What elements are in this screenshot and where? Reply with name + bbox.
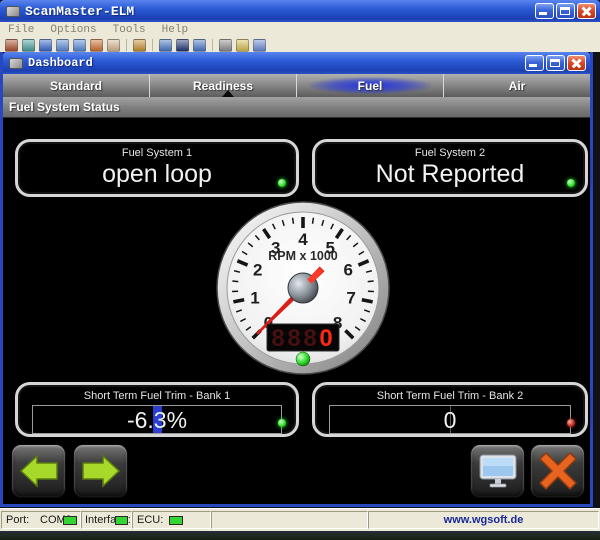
toolbar-icon[interactable] (90, 39, 103, 52)
tab-fuel[interactable]: Fuel (297, 74, 444, 97)
stft-bank1-label: Short Term Fuel Trim - Bank 1 (18, 390, 296, 402)
website-link[interactable]: www.wgsoft.de (369, 514, 598, 526)
next-page-button[interactable] (73, 444, 128, 498)
stft-bank2-panel: Short Term Fuel Trim - Bank 2 0 (312, 382, 588, 437)
stft-bank2-label: Short Term Fuel Trim - Bank 2 (315, 390, 585, 402)
statusbar-interface-segment: Interface: (81, 511, 132, 529)
svg-text:6: 6 (344, 260, 353, 279)
svg-text:0: 0 (319, 325, 332, 352)
fuel-system-2-value: Not Reported (315, 159, 585, 189)
svg-text:7: 7 (346, 289, 355, 308)
stft-bank1-value: -6.3% (33, 406, 281, 434)
dashboard-close-button[interactable] (567, 55, 586, 71)
toolbar-icon[interactable] (219, 39, 232, 52)
app-icon (6, 6, 20, 17)
port-label: Port: (2, 514, 29, 526)
toolbar-icon[interactable] (73, 39, 86, 52)
desktop-strip (0, 531, 600, 540)
stft-bank1-display: -6.3% (32, 405, 282, 434)
main-window-title: ScanMaster-ELM (25, 4, 134, 19)
section-header: Fuel System Status (3, 97, 590, 118)
monitor-icon (478, 453, 518, 489)
fuel-system-2-panel: Fuel System 2 Not Reported (312, 139, 588, 197)
maximize-button[interactable] (556, 3, 575, 19)
svg-text:8: 8 (287, 325, 300, 352)
toolbar-icon[interactable] (253, 39, 266, 52)
toolbar-icon[interactable] (22, 39, 35, 52)
minimize-button[interactable] (535, 3, 554, 19)
statusbar-website-segment: www.wgsoft.de (368, 511, 599, 529)
svg-text:2: 2 (253, 260, 262, 279)
fuel-system-1-panel: Fuel System 1 open loop (15, 139, 299, 197)
previous-page-button[interactable] (11, 444, 66, 498)
statusbar-port-segment: Port: COM3 (1, 511, 81, 529)
toolbar-icon[interactable] (193, 39, 206, 52)
toolbar-icon[interactable] (159, 39, 172, 52)
toolbar-icon[interactable] (107, 39, 120, 52)
main-window-titlebar[interactable]: ScanMaster-ELM (0, 0, 600, 22)
menu-file[interactable]: File (8, 24, 34, 36)
gauge-unit-label: RPM x 1000 (268, 249, 338, 263)
ecu-status-indicator (169, 516, 183, 525)
toolbar-icon[interactable] (39, 39, 52, 52)
tab-air[interactable]: Air (444, 74, 590, 97)
menu-tools[interactable]: Tools (113, 24, 146, 36)
toolbar (0, 37, 600, 52)
statusbar-empty-segment (211, 511, 368, 529)
dashboard-window: Dashboard Standard Readiness Fuel Air Fu… (0, 52, 593, 507)
toolbar-icon[interactable] (236, 39, 249, 52)
screen: ScanMaster-ELM File Options Tools Help D… (0, 0, 600, 540)
fuel-system-2-label: Fuel System 2 (315, 147, 585, 159)
toolbar-icon[interactable] (5, 39, 18, 52)
display-settings-button[interactable] (470, 444, 525, 498)
status-led (567, 179, 575, 187)
toolbar-separator (152, 39, 153, 51)
arrow-left-icon (19, 454, 59, 488)
rpm-gauge: 012345678 RPM x 1000 8880 (215, 200, 391, 376)
toolbar-separator (126, 39, 127, 51)
interface-status-indicator (115, 516, 128, 525)
dashboard-minimize-button[interactable] (525, 55, 544, 71)
menu-options[interactable]: Options (50, 24, 96, 36)
stft-bank1-panel: Short Term Fuel Trim - Bank 1 -6.3% (15, 382, 299, 437)
tab-standard[interactable]: Standard (3, 74, 150, 97)
statusbar-ecu-segment: ECU: (132, 511, 211, 529)
fuel-system-1-value: open loop (18, 159, 296, 189)
svg-text:4: 4 (298, 230, 308, 249)
dashboard-maximize-button[interactable] (546, 55, 565, 71)
tabbar: Standard Readiness Fuel Air (3, 74, 590, 97)
toolbar-separator (212, 39, 213, 51)
dashboard-titlebar[interactable]: Dashboard (3, 52, 590, 74)
ecu-label: ECU: (133, 514, 163, 526)
status-led (278, 179, 286, 187)
statusbar: Port: COM3 Interface: ECU: www.wgsoft.de (0, 508, 600, 531)
tab-marker-icon (222, 90, 234, 97)
svg-text:8: 8 (271, 325, 284, 352)
arrow-right-icon (81, 454, 121, 488)
stft-bank2-display: 0 (329, 405, 571, 434)
fuel-system-1-label: Fuel System 1 (18, 147, 296, 159)
dashboard-icon (9, 58, 23, 69)
toolbar-icon[interactable] (176, 39, 189, 52)
svg-text:8: 8 (303, 325, 316, 352)
exit-dashboard-button[interactable] (530, 444, 585, 498)
menu-help[interactable]: Help (162, 24, 188, 36)
stft-bank2-value: 0 (330, 406, 570, 434)
gauge-led (296, 352, 310, 366)
menubar: File Options Tools Help (0, 22, 600, 37)
toolbar-icon[interactable] (56, 39, 69, 52)
toolbar-icon[interactable] (133, 39, 146, 52)
close-button[interactable] (577, 3, 596, 19)
port-status-indicator (63, 516, 77, 525)
svg-text:1: 1 (250, 289, 259, 308)
close-x-icon (538, 451, 578, 491)
dashboard-title: Dashboard (28, 56, 93, 70)
